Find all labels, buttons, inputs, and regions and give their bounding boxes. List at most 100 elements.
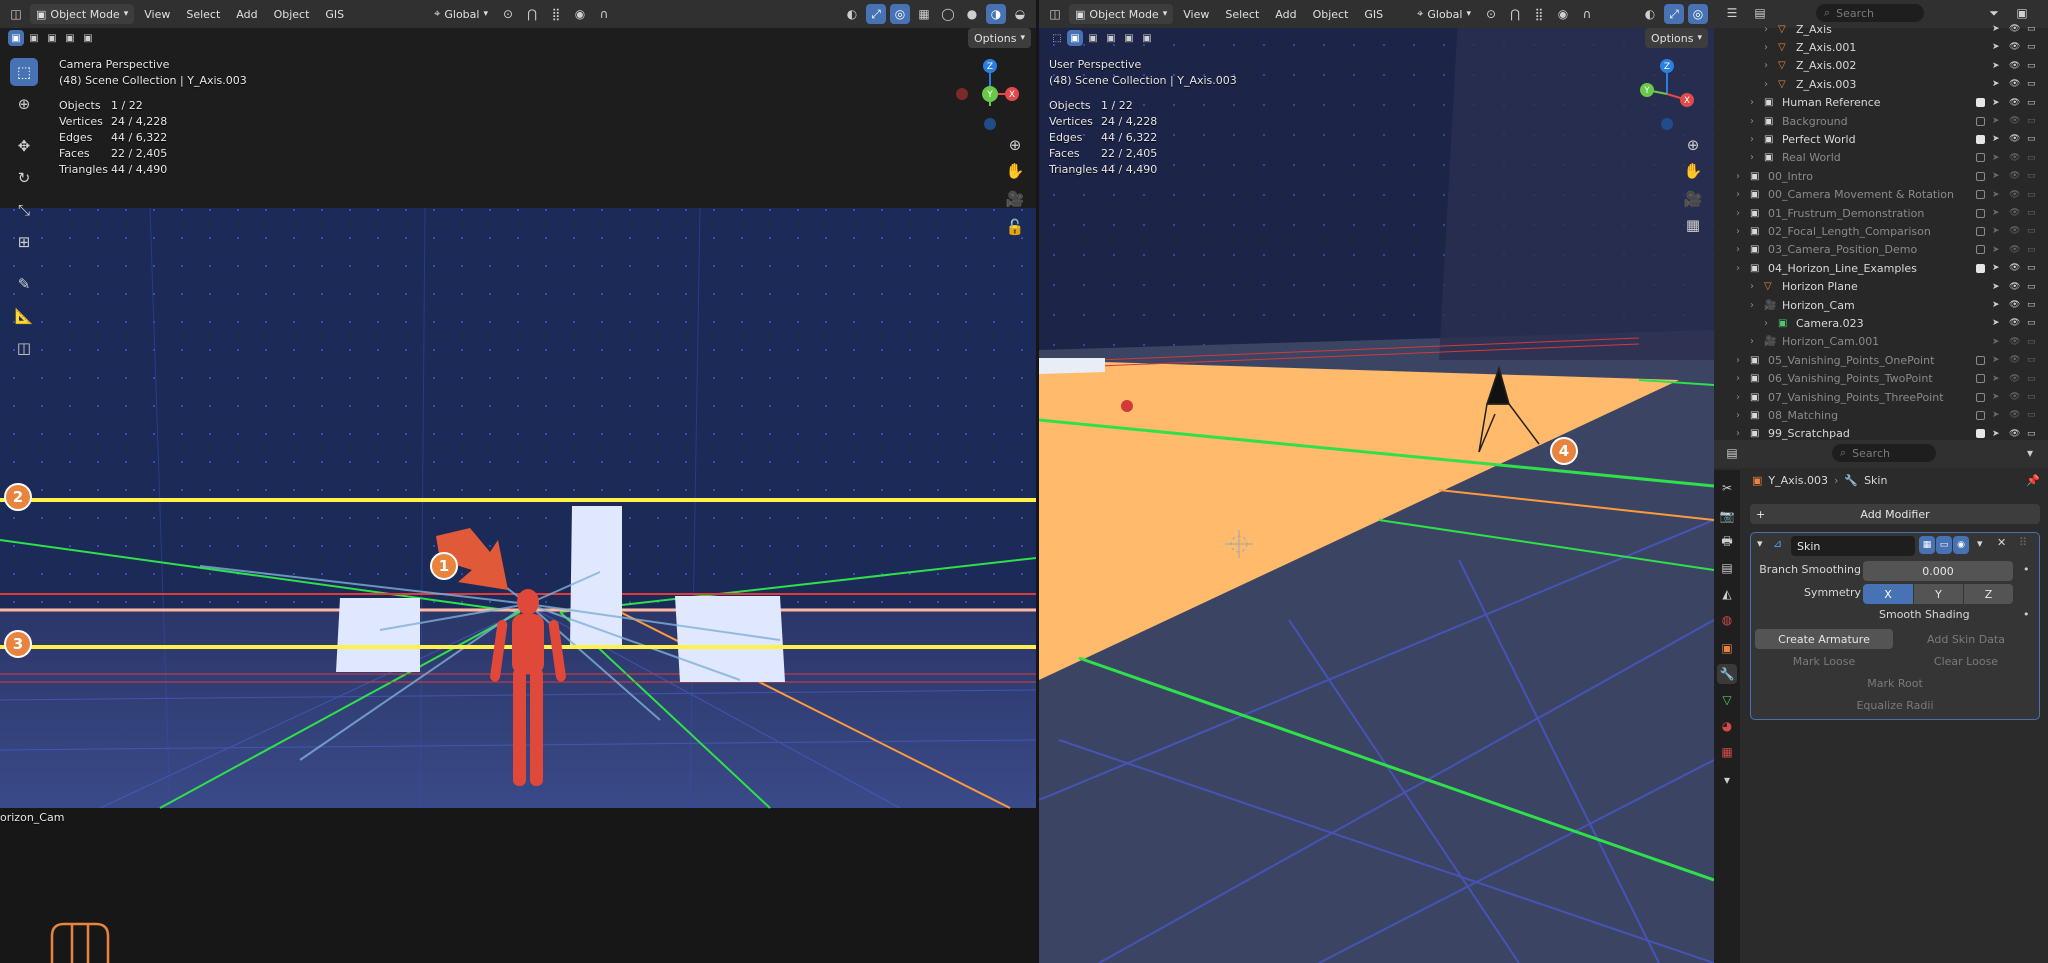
disclosure-triangle-icon[interactable]: › [1764,79,1768,90]
eye-icon[interactable]: 👁 [2009,300,2020,310]
disclosure-triangle-icon[interactable]: › [1736,410,1740,421]
eye-icon[interactable]: 👁 [2009,282,2020,292]
select-subtract-icon[interactable]: ▣ [1103,30,1119,46]
exclude-checkbox[interactable] [1976,190,1985,200]
menu-gis[interactable]: GIS [319,8,350,21]
render-camera-icon[interactable]: ▭ [2027,171,2036,181]
symmetry-z-toggle[interactable]: Z [1964,584,2013,604]
zoom-icon[interactable]: ⊕ [1004,136,1026,154]
disclosure-triangle-icon[interactable]: › [1736,226,1740,237]
eye-icon[interactable]: 👁 [2009,153,2020,163]
edit-mode-toggle-icon[interactable]: ▦ [1919,536,1935,554]
select-arrow-icon[interactable]: ➤ [1992,300,2000,310]
select-extend-icon[interactable]: ▣ [1085,30,1101,46]
eye-icon[interactable]: 👁 [2009,171,2020,181]
render-camera-icon[interactable]: ▭ [2027,245,2036,255]
eye-icon[interactable]: 👁 [2009,79,2020,89]
disclosure-triangle-icon[interactable]: › [1750,281,1754,292]
render-camera-icon[interactable]: ▭ [2027,24,2036,34]
editor-type-icon[interactable]: ▤ [1722,443,1742,463]
eye-icon[interactable]: 👁 [2009,392,2020,402]
scale-tool-icon[interactable]: ⤡ [10,196,38,224]
menu-object[interactable]: Object [268,8,316,21]
disclosure-triangle-icon[interactable]: › [1750,152,1754,163]
select-arrow-icon[interactable]: ➤ [1992,263,2000,273]
select-arrow-icon[interactable]: ➤ [1992,42,2000,52]
eye-icon[interactable]: 👁 [2009,337,2020,347]
shading-rendered-icon[interactable]: ◒ [1010,4,1030,24]
select-arrow-icon[interactable]: ➤ [1992,374,2000,384]
visibility-icon[interactable]: ◐ [1640,4,1660,24]
render-camera-icon[interactable]: ▭ [2027,153,2036,163]
xray-icon[interactable]: ▦ [914,4,934,24]
pivot-icon[interactable]: ⊙ [1481,4,1501,24]
clear-loose-button[interactable]: Clear Loose [1897,651,2035,671]
outliner-row[interactable]: › ▣ 00_Intro ➤ 👁 ▭ [1714,167,2048,185]
collapse-chevron-icon[interactable]: ▾ [1757,537,1763,550]
chevron-down-icon[interactable]: ▾ [1977,537,1983,550]
menu-select[interactable]: Select [180,8,226,21]
snap-target-icon[interactable]: ⣿ [546,4,566,24]
navigation-gizmo[interactable]: Z X Y [1627,56,1707,136]
outliner-row[interactable]: › ▣ 99_Scratchpad ➤ 👁 ▭ [1714,425,2048,440]
disclosure-triangle-icon[interactable]: › [1736,355,1740,366]
lock-icon[interactable]: 🔓 [1004,218,1026,236]
select-arrow-icon[interactable]: ➤ [1992,61,2000,71]
select-tool-icon[interactable]: ⬚ [1049,30,1065,46]
falloff-icon[interactable]: ∩ [1577,4,1597,24]
pivot-icon[interactable]: ⊙ [498,4,518,24]
select-arrow-icon[interactable]: ➤ [1992,429,2000,439]
visibility-icon[interactable]: ◐ [842,4,862,24]
annotate-tool-icon[interactable]: ✎ [10,270,38,298]
zoom-icon[interactable]: ⊕ [1682,136,1704,154]
select-arrow-icon[interactable]: ➤ [1992,24,2000,34]
proportional-edit-icon[interactable]: ◉ [1553,4,1573,24]
outliner-row[interactable]: › ▣ 08_Matching ➤ 👁 ▭ [1714,406,2048,424]
eye-icon[interactable]: 👁 [2009,190,2020,200]
eye-icon[interactable]: 👁 [2009,134,2020,144]
outliner-row[interactable]: › ▣ Background ➤ 👁 ▭ [1714,112,2048,130]
eye-icon[interactable]: 👁 [2009,374,2020,384]
eye-icon[interactable]: 👁 [2009,318,2020,328]
menu-add[interactable]: Add [1269,8,1302,21]
branch-smoothing-field[interactable]: 0.000 [1863,561,2013,581]
snap-icon[interactable]: ⋂ [522,4,542,24]
disclosure-triangle-icon[interactable]: › [1750,336,1754,347]
pin-icon[interactable]: 📌 [2026,474,2040,487]
texture-tab-icon[interactable]: ▦ [1717,742,1737,762]
add-cube-tool-icon[interactable]: ◫ [10,334,38,362]
options-dropdown[interactable]: Options ▾ [1645,28,1708,48]
exclude-checkbox[interactable] [1976,374,1985,384]
mark-root-button[interactable]: Mark Root [1755,673,2035,693]
mode-dropdown[interactable]: ▣ Object Mode ▾ [30,4,135,24]
overlay-toggle-icon[interactable]: ◎ [1688,4,1708,24]
keyframe-dot-icon[interactable]: • [2023,608,2030,621]
outliner-row[interactable]: › ▣ Camera.023 ➤ 👁 ▭ [1714,314,2048,332]
render-camera-icon[interactable]: ▭ [2027,134,2036,144]
measure-tool-icon[interactable]: 📐 [10,302,38,330]
menu-gis[interactable]: GIS [1358,8,1389,21]
outliner-row[interactable]: › 🎥 Horizon_Cam.001 ➤ 👁 ▭ [1714,333,2048,351]
select-arrow-icon[interactable]: ➤ [1992,171,2000,181]
modifier-name-field[interactable]: Skin [1791,536,1915,556]
rotate-tool-icon[interactable]: ↻ [10,164,38,192]
disclosure-triangle-icon[interactable]: › [1736,373,1740,384]
select-arrow-icon[interactable]: ➤ [1992,410,2000,420]
snap-target-icon[interactable]: ⣿ [1529,4,1549,24]
pan-hand-icon[interactable]: ✋ [1682,162,1704,180]
disclosure-triangle-icon[interactable]: › [1736,208,1740,219]
render-camera-icon[interactable]: ▭ [2027,318,2036,328]
outliner-row[interactable]: › ▽ Horizon Plane ➤ 👁 ▭ [1714,278,2048,296]
select-invert-icon[interactable]: ▣ [62,30,78,46]
eye-icon[interactable]: 👁 [2009,245,2020,255]
render-camera-icon[interactable]: ▭ [2027,98,2036,108]
render-camera-icon[interactable]: ▭ [2027,410,2036,420]
disclosure-triangle-icon[interactable]: › [1764,318,1768,329]
snap-icon[interactable]: ⋂ [1505,4,1525,24]
disclosure-triangle-icon[interactable]: › [1736,392,1740,403]
render-camera-icon[interactable]: ▭ [2027,116,2036,126]
select-arrow-icon[interactable]: ➤ [1992,208,2000,218]
select-arrow-icon[interactable]: ➤ [1992,79,2000,89]
transform-orientation-dropdown[interactable]: ⌖ Global ▾ [428,4,494,24]
outliner-row[interactable]: › ▣ Perfect World ➤ 👁 ▭ [1714,130,2048,148]
